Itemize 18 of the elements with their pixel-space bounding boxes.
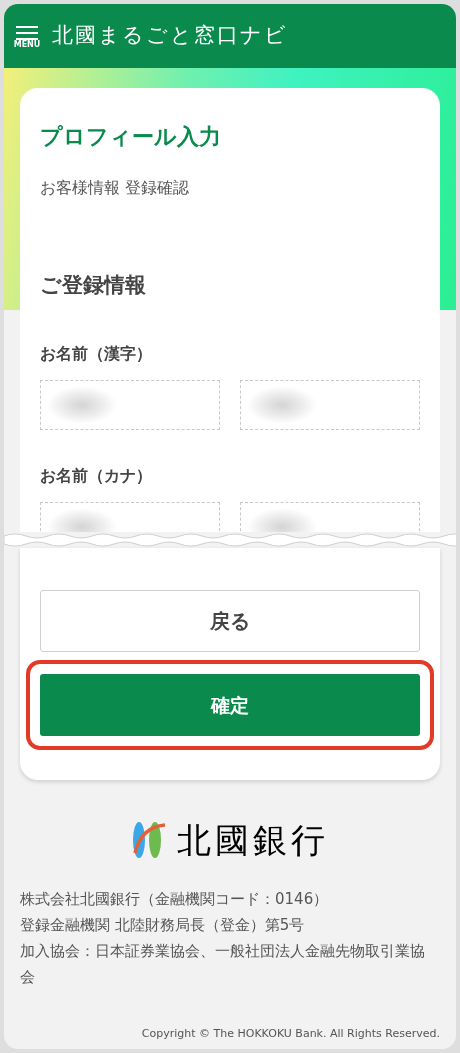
confirm-button[interactable]: 確定	[40, 674, 420, 736]
input-field[interactable]	[40, 379, 220, 430]
field-label: お名前（カナ）	[40, 464, 153, 487]
field-label: お名前（漢字）	[40, 342, 153, 365]
input-field[interactable]	[240, 379, 420, 430]
section-title: ご登録情報	[40, 272, 147, 299]
company-info-text: 株式会社北國銀行（金融機関コード：0146）	[20, 889, 330, 910]
back-button[interactable]: 戻る	[40, 590, 420, 652]
company-info-text: 加入協会：日本証券業協会、一般社団法人金融先物取引業協会	[20, 941, 426, 988]
bank-logo-text: 北國銀行	[177, 820, 329, 860]
bank-logo-icon	[131, 821, 165, 859]
menu-button[interactable]: MENU	[12, 22, 42, 50]
page-subtitle: お客様情報 登録確認	[40, 177, 191, 199]
company-info-text: 登録金融機関 北陸財務局長（登金）第5号	[20, 915, 306, 936]
menu-icon	[16, 26, 38, 40]
app-title: 北國まるごと窓口ナビ	[52, 22, 288, 50]
copyright-text: Copyright © The HOKKOKU Bank. All Rights Reserved.	[140, 1026, 440, 1042]
page-title: プロフィール入力	[40, 123, 222, 151]
